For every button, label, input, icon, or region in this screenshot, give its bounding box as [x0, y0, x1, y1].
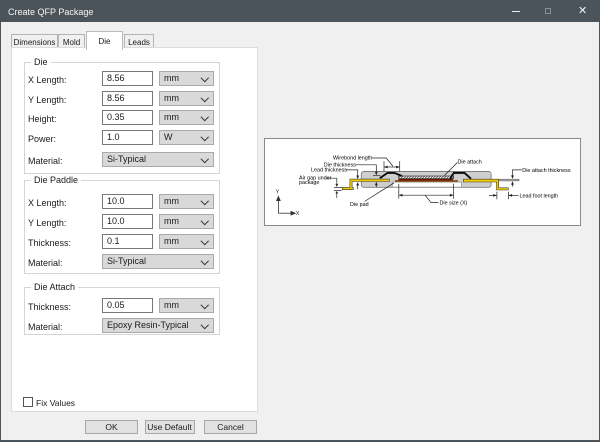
svg-text:Wirebond length: Wirebond length: [333, 156, 372, 162]
svg-text:package: package: [299, 180, 319, 186]
svg-text:Die attach thickness: Die attach thickness: [522, 168, 571, 174]
svg-text:Lead foot length: Lead foot length: [520, 193, 559, 199]
svg-text:Y: Y: [276, 190, 280, 196]
svg-text:Die pad: Die pad: [350, 202, 369, 208]
svg-text:Die attach: Die attach: [458, 160, 482, 166]
svg-text:Die size (X): Die size (X): [440, 201, 468, 207]
svg-text:X: X: [296, 211, 300, 217]
svg-text:Lead thickness: Lead thickness: [311, 168, 347, 174]
